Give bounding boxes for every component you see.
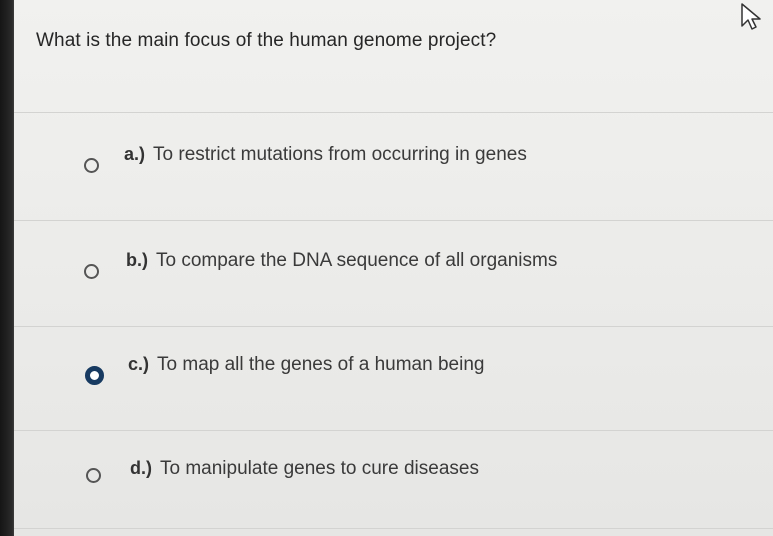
- option-d-text: To manipulate genes to cure diseases: [160, 458, 479, 479]
- divider: [14, 326, 773, 327]
- radio-button-b[interactable]: [84, 264, 99, 279]
- divider: [14, 112, 773, 113]
- option-c-letter: c.): [128, 354, 150, 374]
- option-c-text: To map all the genes of a human being: [157, 354, 485, 375]
- option-c-label: c.) To map all the genes of a human being: [128, 354, 484, 376]
- option-b-label: b.) To compare the DNA sequence of all or…: [126, 250, 557, 272]
- option-a[interactable]: a.) To restrict mutations from occurring …: [14, 118, 773, 218]
- option-b-text: To compare the DNA sequence of all organ…: [156, 250, 558, 271]
- divider: [14, 220, 773, 221]
- option-b-letter: b.): [126, 250, 148, 270]
- divider: [14, 528, 773, 529]
- radio-button-a[interactable]: [84, 158, 99, 173]
- question-text: What is the main focus of the human geno…: [36, 30, 497, 51]
- divider: [14, 430, 773, 431]
- mouse-pointer-icon: [741, 3, 761, 30]
- option-d-label: d.) To manipulate genes to cure diseases: [130, 458, 479, 480]
- option-c[interactable]: c.) To map all the genes of a human being: [14, 332, 773, 432]
- option-a-label: a.) To restrict mutations from occurring …: [124, 144, 527, 166]
- radio-button-c-selected[interactable]: [85, 366, 104, 385]
- quiz-page: What is the main focus of the human geno…: [14, 0, 773, 536]
- option-d-letter: d.): [130, 458, 152, 478]
- option-a-text: To restrict mutations from occurring in …: [153, 144, 527, 165]
- option-d[interactable]: d.) To manipulate genes to cure diseases: [14, 436, 773, 536]
- radio-button-d[interactable]: [86, 468, 101, 483]
- option-b[interactable]: b.) To compare the DNA sequence of all or…: [14, 226, 773, 326]
- option-a-letter: a.): [124, 144, 146, 164]
